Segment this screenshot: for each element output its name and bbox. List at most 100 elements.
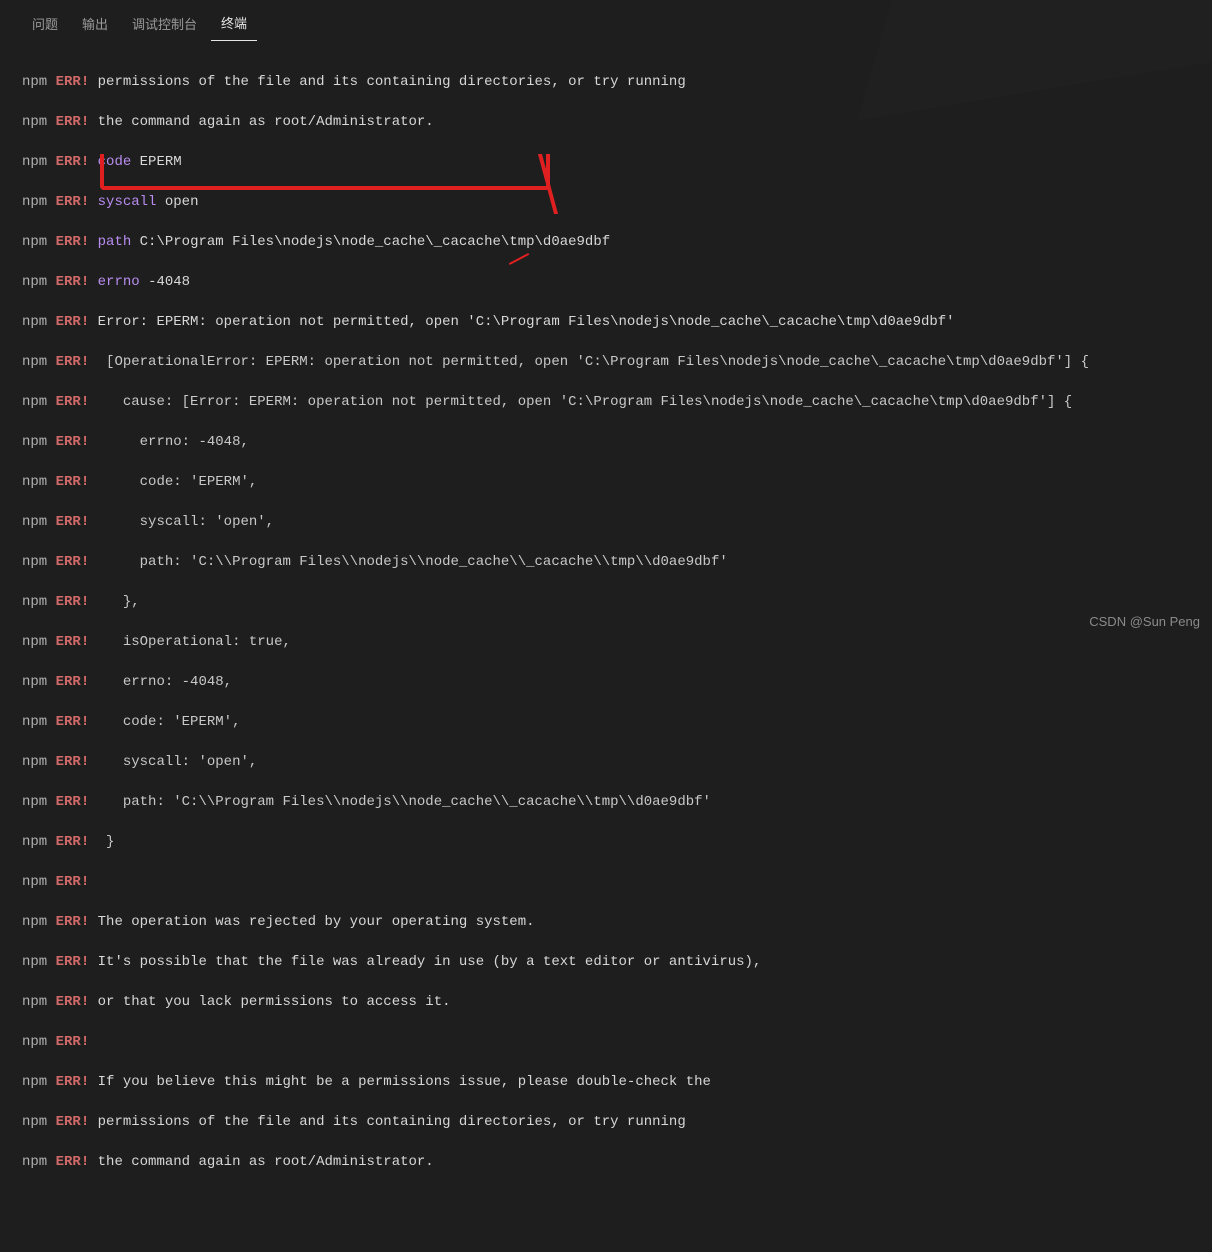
terminal-line: npm ERR! cause: [Error: EPERM: operation… [22,392,1190,412]
kw-syscall: syscall [98,194,157,210]
terminal-line: npm ERR! the command again as root/Admin… [22,112,1190,132]
line-text: syscall: 'open', [98,514,274,530]
terminal-line: npm ERR! [OperationalError: EPERM: opera… [22,352,1190,372]
terminal-line: npm ERR! errno: -4048, [22,432,1190,452]
npm-prefix: npm [22,794,47,810]
terminal-output[interactable]: npm ERR! permissions of the file and its… [0,40,1212,1252]
line-text: EPERM [140,154,182,170]
line-text: permissions of the file and its containi… [98,74,686,90]
line-text: path: 'C:\\Program Files\\nodejs\\node_c… [98,794,711,810]
line-text: path: 'C:\\Program Files\\nodejs\\node_c… [98,554,728,570]
npm-prefix: npm [22,234,47,250]
npm-prefix: npm [22,114,47,130]
line-text: cause: [Error: EPERM: operation not perm… [98,394,1073,410]
terminal-line: npm ERR! It's possible that the file was… [22,952,1190,972]
tab-output[interactable]: 输出 [72,8,118,41]
line-text: the command again as root/Administrator. [98,114,434,130]
terminal-line: npm ERR! syscall: 'open', [22,512,1190,532]
err-prefix: ERR! [56,794,90,810]
terminal-line: npm ERR! path: 'C:\\Program Files\\nodej… [22,552,1190,572]
line-text: code: 'EPERM', [98,714,241,730]
terminal-line: npm ERR! path C:\Program Files\nodejs\no… [22,232,1190,252]
npm-prefix: npm [22,394,47,410]
npm-prefix: npm [22,154,47,170]
line-text: isOperational: true, [98,634,291,650]
npm-prefix: npm [22,1114,47,1130]
npm-prefix: npm [22,1074,47,1090]
err-prefix: ERR! [56,914,90,930]
line-text: -4048 [148,274,190,290]
err-prefix: ERR! [56,354,90,370]
err-prefix: ERR! [56,114,90,130]
line-text: The operation was rejected by your opera… [98,914,535,930]
npm-prefix: npm [22,514,47,530]
terminal-line: npm ERR! path: 'C:\\Program Files\\nodej… [22,792,1190,812]
kw-errno: errno [98,274,140,290]
terminal-line: npm ERR! errno -4048 [22,272,1190,292]
terminal-line: npm ERR! }, [22,592,1190,612]
line-text: errno: -4048, [98,434,249,450]
npm-prefix: npm [22,314,47,330]
err-prefix: ERR! [56,594,90,610]
npm-prefix: npm [22,1034,47,1050]
line-text: } [98,834,115,850]
terminal-line: npm ERR! If you believe this might be a … [22,1072,1190,1092]
err-prefix: ERR! [56,394,90,410]
err-prefix: ERR! [56,754,90,770]
terminal-line: npm ERR! isOperational: true, [22,632,1190,652]
err-prefix: ERR! [56,1114,90,1130]
terminal-line: npm ERR! code EPERM [22,152,1190,172]
npm-prefix: npm [22,834,47,850]
err-prefix: ERR! [56,634,90,650]
terminal-line: npm ERR! } [22,832,1190,852]
tab-terminal[interactable]: 终端 [211,7,257,41]
kw-code: code [98,154,132,170]
line-text: }, [98,594,140,610]
terminal-line: npm ERR! code: 'EPERM', [22,712,1190,732]
npm-prefix: npm [22,874,47,890]
line-text: syscall: 'open', [98,754,258,770]
npm-prefix: npm [22,954,47,970]
tab-debug-console[interactable]: 调试控制台 [122,8,207,41]
npm-prefix: npm [22,474,47,490]
terminal-line: npm ERR! or that you lack permissions to… [22,992,1190,1012]
npm-prefix: npm [22,914,47,930]
line-text: It's possible that the file was already … [98,954,762,970]
hand-drawn-tick [509,253,529,265]
panel-tabbar: 问题 输出 调试控制台 终端 [0,0,1212,40]
terminal-line: npm ERR! the command again as root/Admin… [22,1152,1190,1172]
terminal-line: npm ERR! Error: EPERM: operation not per… [22,312,1190,332]
terminal-line: npm ERR! errno: -4048, [22,672,1190,692]
npm-prefix: npm [22,714,47,730]
npm-prefix: npm [22,1154,47,1170]
err-prefix: ERR! [56,674,90,690]
err-prefix: ERR! [56,1074,90,1090]
err-prefix: ERR! [56,234,90,250]
line-text: or that you lack permissions to access i… [98,994,451,1010]
terminal-line: npm ERR! permissions of the file and its… [22,72,1190,92]
err-prefix: ERR! [56,274,90,290]
npm-prefix: npm [22,434,47,450]
err-prefix: ERR! [56,74,90,90]
err-prefix: ERR! [56,474,90,490]
err-prefix: ERR! [56,434,90,450]
npm-prefix: npm [22,74,47,90]
terminal-line: npm ERR! permissions of the file and its… [22,1112,1190,1132]
line-text: the command again as root/Administrator. [98,1154,434,1170]
npm-prefix: npm [22,194,47,210]
line-text: permissions of the file and its containi… [98,1114,686,1130]
err-prefix: ERR! [56,874,90,890]
err-prefix: ERR! [56,834,90,850]
terminal-line: npm ERR! The operation was rejected by y… [22,912,1190,932]
tab-problems[interactable]: 问题 [22,8,68,41]
err-prefix: ERR! [56,1034,90,1050]
line-text: Error: EPERM: operation not permitted, o… [98,314,955,330]
npm-prefix: npm [22,754,47,770]
npm-prefix: npm [22,274,47,290]
kw-path: path [98,234,132,250]
err-prefix: ERR! [56,154,90,170]
terminal-line: npm ERR! code: 'EPERM', [22,472,1190,492]
npm-prefix: npm [22,354,47,370]
err-prefix: ERR! [56,1154,90,1170]
npm-prefix: npm [22,994,47,1010]
